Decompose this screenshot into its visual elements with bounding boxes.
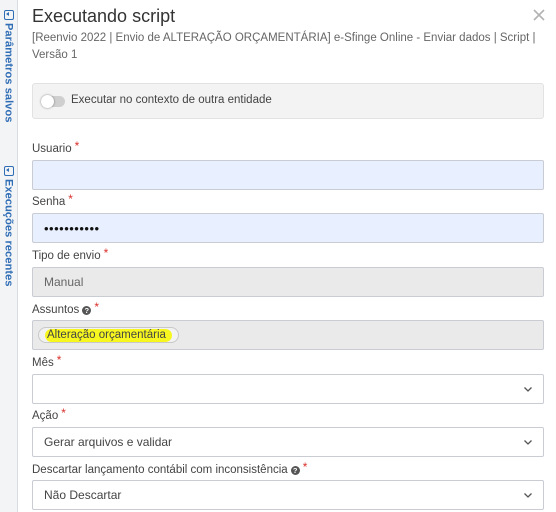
required-mark: * <box>68 192 73 206</box>
senha-label: Senha <box>32 196 66 208</box>
chevron-down-icon <box>524 387 532 392</box>
acao-label-row: Ação * <box>32 406 66 422</box>
mes-label-row: Mês * <box>32 353 61 369</box>
tab-saved-parameters[interactable]: Parâmetros salvos <box>0 10 17 123</box>
senha-label-row: Senha * <box>32 192 73 208</box>
assuntos-label: Assuntos <box>32 304 80 316</box>
toggle-knob <box>41 95 54 108</box>
descartar-value: Não Descartar <box>44 488 122 502</box>
side-rail: Parâmetros salvos Execuções recentes <box>0 0 18 512</box>
assunto-chip: Alteração orçamentária <box>38 327 179 343</box>
chevron-down-icon <box>524 440 532 445</box>
required-mark: * <box>74 139 80 153</box>
acao-value: Gerar arquivos e validar <box>44 435 173 449</box>
assuntos-label-row: Assuntos ? * <box>32 300 99 316</box>
usuario-label: Usuario <box>32 143 72 155</box>
mes-label: Mês <box>32 357 54 369</box>
tab-recent-executions[interactable]: Execuções recentes <box>0 166 17 287</box>
modal-title: Executando script <box>32 6 176 26</box>
context-toggle-label: Executar no contexto de outra entidade <box>71 94 272 106</box>
chevron-down-icon <box>524 493 532 498</box>
tipo-envio-field: Manual <box>32 267 544 297</box>
usuario-input[interactable] <box>32 160 544 190</box>
senha-input[interactable]: ••••••••••• <box>32 213 544 243</box>
help-icon[interactable]: ? <box>290 466 300 475</box>
assuntos-field: Alteração orçamentária <box>32 320 544 350</box>
usuario-label-row: Usuario * <box>32 139 79 155</box>
panel-toggle-icon <box>3 10 14 20</box>
panel-toggle-icon <box>3 166 14 176</box>
required-mark: * <box>302 460 308 474</box>
help-icon[interactable]: ? <box>82 306 92 315</box>
descartar-label-row: Descartar lançamento contábil com incons… <box>32 460 307 476</box>
context-toggle-switch[interactable] <box>41 95 65 108</box>
close-icon[interactable] <box>532 8 546 22</box>
required-mark: * <box>56 353 62 367</box>
tipo-envio-label: Tipo de envio <box>32 250 101 262</box>
acao-select[interactable]: Gerar arquivos e validar <box>32 427 544 457</box>
required-mark: * <box>61 406 66 420</box>
context-toggle-row: Executar no contexto de outra entidade <box>32 83 544 119</box>
descartar-label: Descartar lançamento contábil com incons… <box>32 464 288 476</box>
assunto-chip-label: Alteração orçamentária <box>45 329 172 342</box>
tab-saved-parameters-label: Parâmetros salvos <box>2 23 15 123</box>
mes-select[interactable] <box>32 374 544 404</box>
required-mark: * <box>103 246 109 260</box>
modal-subtitle: [Reenvio 2022 | Envio de ALTERAÇÃO ORÇAM… <box>32 32 536 61</box>
run-script-modal: Executando script [Reenvio 2022 | Envio … <box>18 0 556 512</box>
tipo-envio-label-row: Tipo de envio * <box>32 246 108 262</box>
descartar-select[interactable]: Não Descartar <box>32 480 544 510</box>
senha-value: ••••••••••• <box>44 220 100 236</box>
required-mark: * <box>94 300 99 314</box>
tab-recent-executions-label: Execuções recentes <box>2 179 15 287</box>
acao-label: Ação <box>32 410 59 422</box>
